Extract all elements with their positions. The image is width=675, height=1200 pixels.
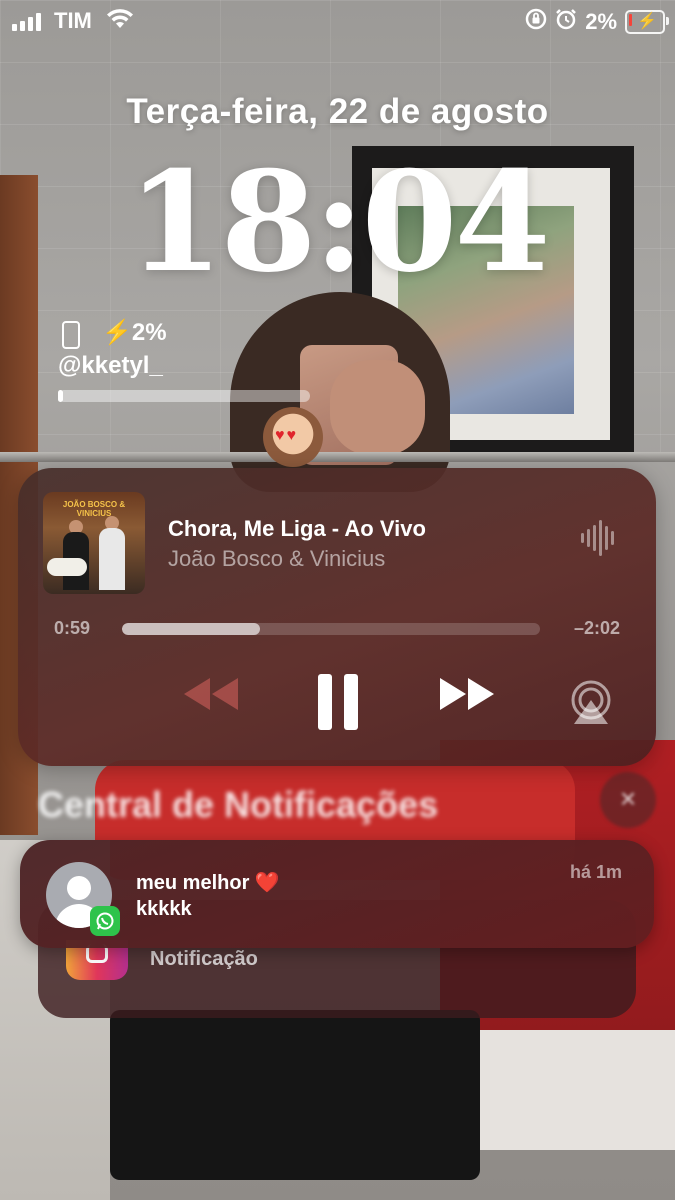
elapsed-time: 0:59: [54, 618, 91, 638]
close-icon: ×: [619, 783, 637, 814]
battery-widget[interactable]: ⚡2% @kketyl_: [58, 318, 318, 408]
status-bar: TIM 2% ⚡: [0, 0, 675, 44]
artist-name: João Bosco & Vinicius: [168, 546, 386, 571]
carrier-name: TIM: [54, 8, 92, 33]
notification-message: kkkkk: [136, 898, 192, 920]
pause-button[interactable]: [316, 674, 360, 735]
phone-icon: [62, 321, 80, 349]
charging-bolt-icon: ⚡: [102, 319, 132, 346]
notification-sender: meu melhor ❤️: [136, 872, 280, 894]
airplay-icon: [571, 680, 611, 724]
battery-percent: 2%: [585, 8, 617, 34]
shelf: [0, 452, 675, 462]
alarm-icon: [555, 8, 577, 35]
song-title: Chora, Me Liga - Ao Vivo: [168, 516, 426, 541]
fast-forward-icon: [440, 678, 494, 710]
whatsapp-icon: [90, 906, 120, 936]
pause-icon: [318, 674, 358, 730]
fast-forward-button[interactable]: [438, 674, 498, 719]
heart-eyes-icon: ♥♥: [275, 427, 298, 444]
playback-scrubber[interactable]: [122, 623, 540, 635]
remaining-time: –2:02: [573, 618, 620, 638]
lock-date: Terça-feira, 22 de agosto: [126, 92, 549, 131]
stacked-notification-label: Notificação: [150, 948, 258, 970]
memoji-avatar: ♥♥: [263, 407, 323, 467]
rotation-lock-icon: [525, 8, 547, 35]
album-art[interactable]: JOÃO BOSCO & VINICIUS: [43, 492, 145, 594]
whatsapp-notification[interactable]: meu melhor ❤️ kkkkk há 1m: [20, 840, 654, 948]
audio-waveform-icon: [581, 520, 614, 556]
notification-time: há 1m: [569, 862, 622, 882]
rewind-button[interactable]: [180, 674, 240, 719]
now-playing-card[interactable]: JOÃO BOSCO & VINICIUS Chora, Me Liga - A…: [18, 468, 656, 766]
widget-battery-percent: ⚡2%: [102, 319, 167, 346]
bed-sheet: [480, 1030, 675, 1150]
airplay-button[interactable]: [566, 680, 616, 731]
rewind-icon: [184, 678, 238, 710]
battery-charging-icon: ⚡: [625, 9, 669, 34]
clear-notifications-button[interactable]: ×: [600, 772, 656, 828]
notification-center-title: Central de Notificações: [38, 784, 439, 825]
signal-icon: [12, 13, 41, 31]
widget-username: @kketyl_: [58, 352, 163, 379]
wifi-icon: [106, 8, 134, 35]
lock-time: 18:04: [127, 140, 550, 303]
black-skirt: [110, 1010, 480, 1180]
heart-icon: ❤️: [254, 872, 280, 894]
guitar-icon: [47, 558, 87, 576]
hand: [330, 360, 425, 455]
widget-battery-bar: [58, 390, 310, 402]
